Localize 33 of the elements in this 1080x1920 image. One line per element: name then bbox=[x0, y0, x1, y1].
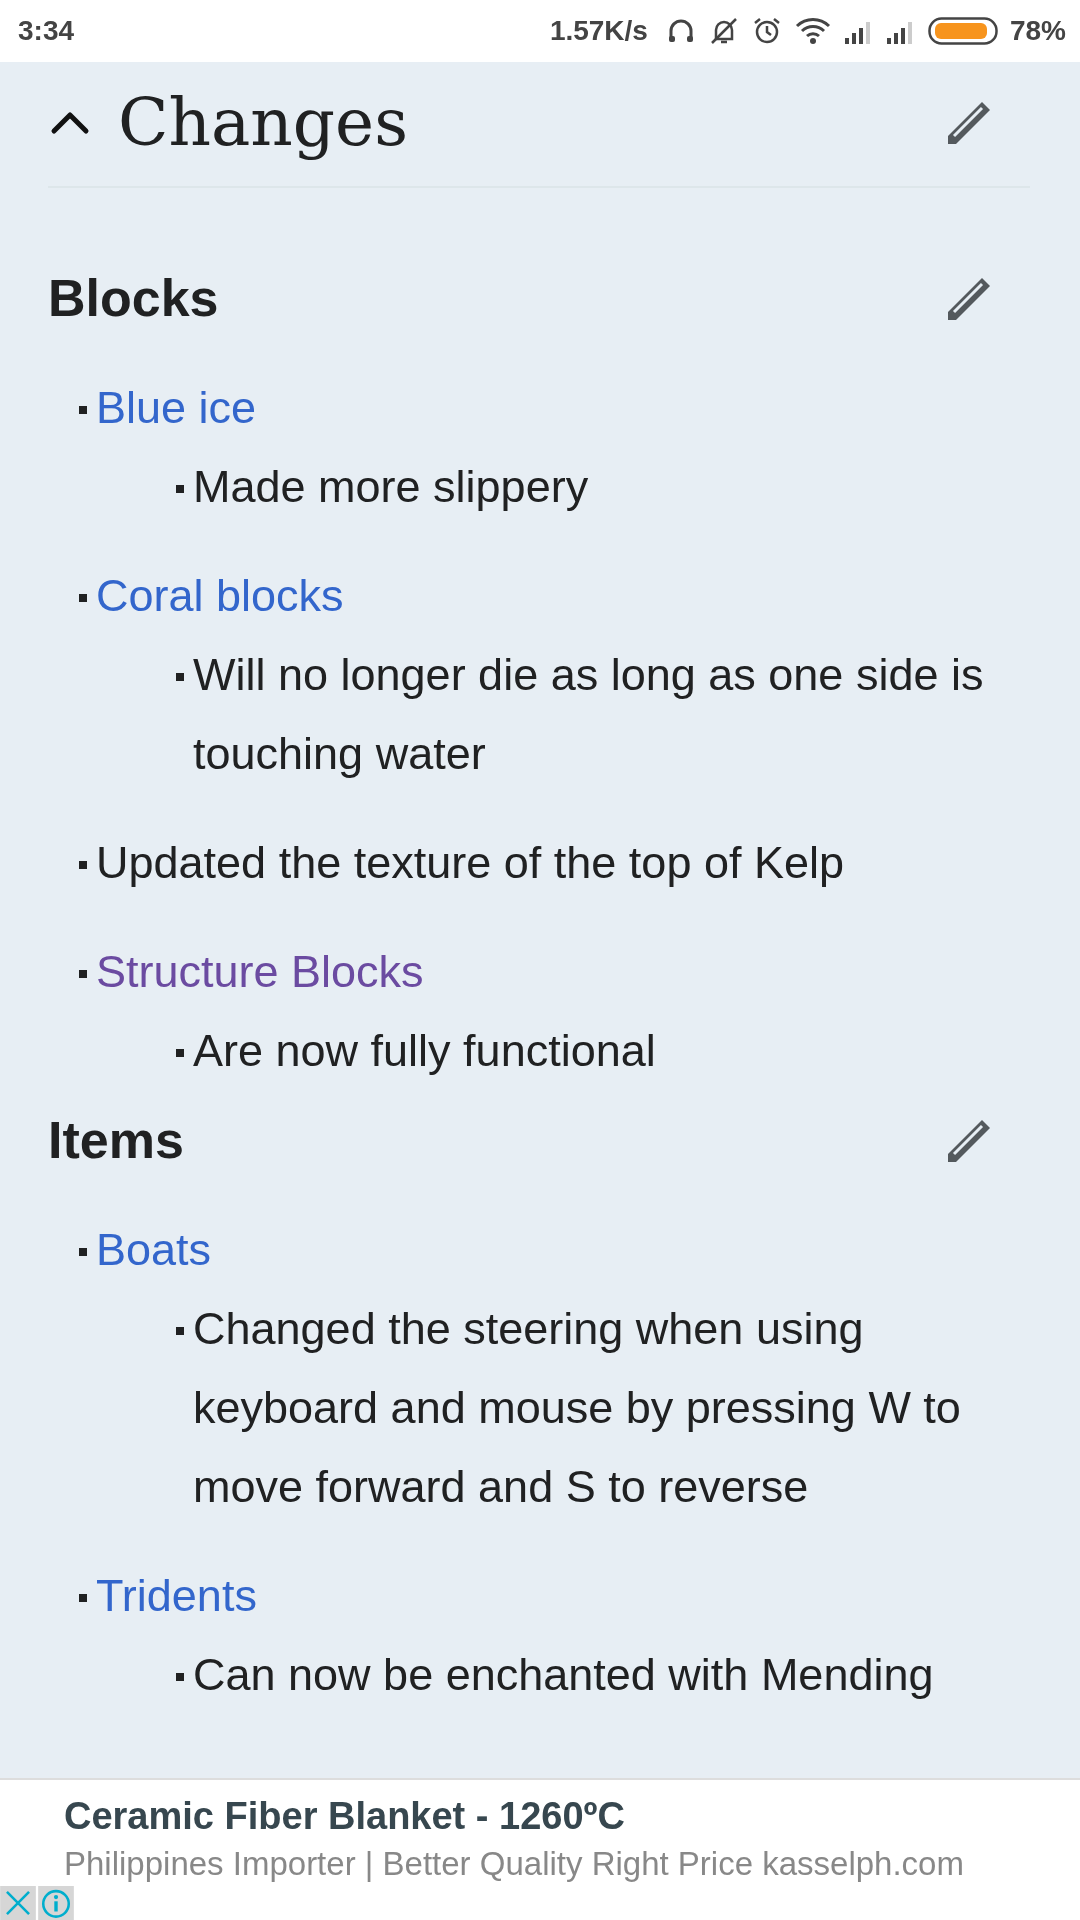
bullet-icon bbox=[79, 970, 87, 978]
item-link[interactable]: Blue ice bbox=[96, 368, 257, 447]
list-item-text: Made more slippery bbox=[193, 460, 589, 514]
bullet-icon bbox=[79, 1594, 87, 1602]
bullet-icon bbox=[176, 673, 184, 681]
item-link[interactable]: Coral blocks bbox=[96, 556, 344, 635]
bullet-icon bbox=[176, 1327, 184, 1335]
ad-banner[interactable]: Ceramic Fiber Blanket - 1260ºC Philippines Importer | Better Quality Right Price kasselph.com bbox=[0, 1778, 1080, 1920]
wifi-icon bbox=[793, 16, 832, 46]
bullet-icon bbox=[176, 485, 184, 493]
battery-icon bbox=[927, 17, 998, 45]
ad-title[interactable]: Ceramic Fiber Blanket - 1260ºC bbox=[64, 1790, 1080, 1842]
bullet-icon bbox=[176, 1049, 184, 1057]
subsection-heading: Blocks bbox=[48, 268, 219, 328]
subsection-heading: Items bbox=[48, 1110, 184, 1170]
bullet-icon bbox=[176, 1673, 184, 1681]
section-heading: Changes bbox=[118, 83, 410, 161]
list-item-text: Will no longer die as long as one side is touching water bbox=[193, 648, 985, 781]
status-time: 3:34 bbox=[18, 15, 75, 47]
item-link[interactable]: Boats bbox=[96, 1210, 212, 1289]
item-link[interactable]: Structure Blocks bbox=[96, 932, 424, 1011]
ad-description: Philippines Importer | Better Quality Right Price kasselph.com bbox=[64, 1844, 965, 1884]
list-item-text: Can now be enchanted with Mending bbox=[193, 1648, 934, 1702]
list-item-text: Are now fully functional bbox=[193, 1024, 656, 1078]
list-item-text: Changed the steering when using keyboard and mouse by pressing W to move forward and S to reverse bbox=[193, 1302, 962, 1514]
bullet-icon bbox=[79, 861, 87, 869]
bullet-icon bbox=[79, 1248, 87, 1256]
network-speed: 1.57K/s bbox=[549, 15, 648, 47]
bullet-icon bbox=[79, 406, 87, 414]
bullet-icon bbox=[79, 594, 87, 602]
item-link[interactable]: Tridents bbox=[96, 1556, 257, 1635]
list-item-text: Updated the texture of the top of Kelp bbox=[96, 836, 844, 890]
battery-percentage: 78% bbox=[1009, 15, 1066, 47]
